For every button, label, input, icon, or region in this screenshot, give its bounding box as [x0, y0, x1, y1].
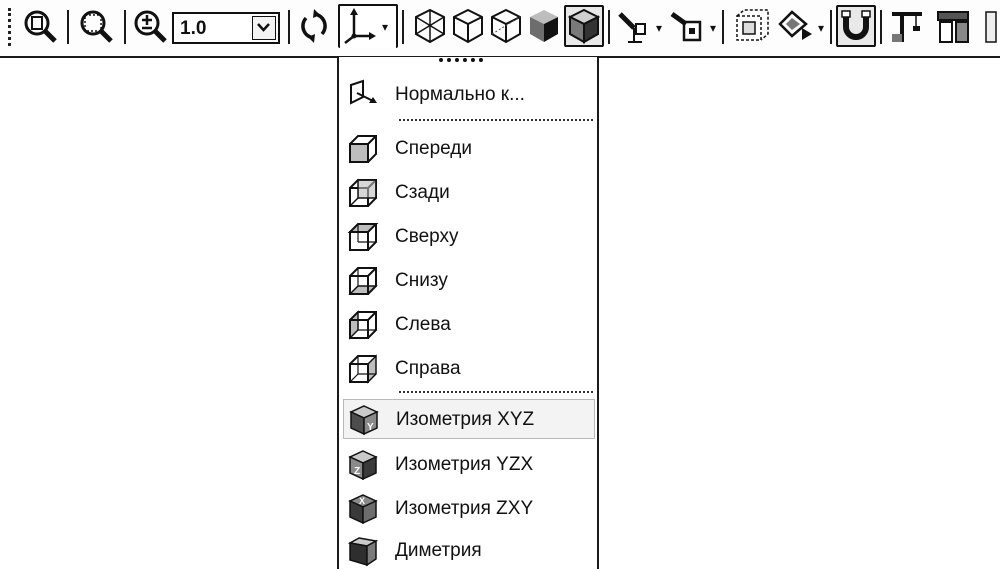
dropdown-arrow-icon[interactable]: ▾	[710, 22, 716, 34]
toolbar-separator	[288, 10, 290, 44]
menu-item-label: Спереди	[395, 138, 472, 159]
menu-separator	[399, 391, 593, 393]
orientation-menu: Нормально к... Спереди Сзади Сверху Сниз…	[337, 57, 599, 569]
menu-item-isometry-xyz[interactable]: Y Изометрия XYZ	[343, 399, 595, 439]
dropdown-arrow-icon[interactable]: ▾	[656, 22, 662, 34]
toolbar-separator	[402, 10, 404, 44]
toolbar-overflow-icon[interactable]	[984, 6, 1000, 46]
iso-xyz-icon: Y	[349, 405, 379, 436]
menu-item-label: Справа	[395, 358, 461, 379]
display-settings-icon[interactable]	[776, 6, 816, 46]
section-view-icon[interactable]	[730, 6, 770, 46]
camera-icon[interactable]	[668, 6, 708, 46]
dimetry-icon	[347, 537, 379, 567]
library-icon[interactable]	[934, 6, 974, 46]
toolbar-grip[interactable]	[8, 8, 11, 46]
view-back-icon	[349, 179, 377, 207]
iso-yzx-icon: Z	[348, 450, 378, 481]
zoom-scale-combobox[interactable]: 1.0	[172, 12, 280, 44]
iso-zxy-icon: X	[348, 494, 378, 525]
iso-axis-letter: Z	[354, 466, 360, 477]
view-toolbar: 1.0 ▾ ▾ ▾ ▾	[0, 0, 1000, 58]
toolbar-separator	[830, 10, 832, 44]
view-front-icon	[349, 135, 377, 163]
iso-axis-letter: Y	[367, 422, 374, 433]
menu-item-right[interactable]: Справа	[343, 349, 595, 389]
crane-icon[interactable]	[886, 6, 926, 46]
menu-item-isometry-yzx[interactable]: Z Изометрия YZX	[343, 445, 595, 485]
magnet-snap-icon[interactable]	[836, 5, 876, 47]
menu-item-label: Снизу	[395, 270, 448, 291]
menu-item-isometry-zxy[interactable]: X Изометрия ZXY	[343, 489, 595, 529]
normal-to-icon	[350, 79, 377, 105]
zoom-page-icon[interactable]	[20, 6, 60, 46]
menu-item-top[interactable]: Сверху	[343, 217, 595, 257]
view-left-icon	[349, 310, 377, 340]
menu-tear-off-grip[interactable]	[439, 58, 483, 62]
menu-item-label: Диметрия	[395, 540, 482, 561]
view-top-icon	[347, 223, 379, 251]
menu-item-label: Нормально к...	[395, 84, 525, 105]
toolbar-separator	[722, 10, 724, 44]
menu-item-label: Изометрия ZXY	[395, 498, 534, 519]
toolbar-separator	[608, 10, 610, 44]
menu-item-label: Слева	[395, 314, 451, 335]
menu-item-dimetry[interactable]: Диметрия	[343, 531, 595, 571]
view-right-icon	[349, 354, 377, 384]
toolbar-separator	[124, 10, 126, 44]
menu-item-label: Сверху	[395, 226, 459, 247]
hidden-lines-thin-icon[interactable]	[488, 6, 524, 46]
menu-item-normal-to[interactable]: Нормально к...	[343, 75, 595, 115]
zoom-value[interactable]: 1.0	[180, 18, 206, 40]
zoom-in-out-icon[interactable]	[130, 6, 170, 46]
toolbar-separator	[880, 10, 882, 44]
zoom-dropdown-button[interactable]	[252, 16, 276, 40]
menu-item-label: Изометрия YZX	[395, 454, 534, 475]
hidden-lines-removed-icon[interactable]	[450, 6, 486, 46]
shaded-with-edges-icon[interactable]	[564, 5, 604, 47]
light-source-icon[interactable]	[614, 6, 654, 46]
shaded-icon[interactable]	[526, 6, 562, 46]
menu-separator	[399, 119, 593, 121]
axes-orientation-icon	[344, 8, 376, 44]
menu-item-front[interactable]: Спереди	[343, 129, 595, 169]
menu-item-left[interactable]: Слева	[343, 305, 595, 345]
menu-item-back[interactable]: Сзади	[343, 173, 595, 213]
wireframe-icon[interactable]	[412, 6, 448, 46]
orientation-button[interactable]: ▾	[338, 4, 398, 48]
iso-axis-letter: X	[359, 496, 365, 506]
menu-item-label: Изометрия XYZ	[396, 409, 535, 430]
menu-item-bottom[interactable]: Снизу	[343, 261, 595, 301]
zoom-frame-icon[interactable]	[76, 6, 116, 46]
menu-item-label: Сзади	[395, 182, 450, 203]
dropdown-arrow-icon: ▾	[382, 20, 389, 34]
dropdown-arrow-icon[interactable]: ▾	[818, 22, 824, 34]
toolbar-separator	[67, 10, 69, 44]
view-bottom-icon	[348, 267, 378, 295]
rotate-icon[interactable]	[294, 6, 334, 46]
chevron-down-icon	[257, 23, 270, 32]
